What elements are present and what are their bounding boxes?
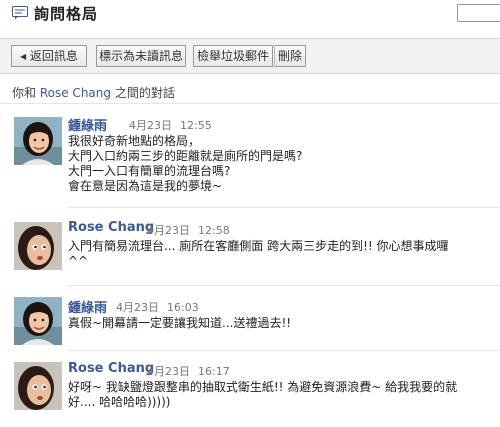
message-divider xyxy=(68,285,500,286)
message-body: 入門有簡易流理台... 廁所在客廳側面 跨大兩三步走的到!! 你心想事成囉 ^^ xyxy=(68,239,449,268)
message-item: 鍾綠雨 4月23日 16:03 真假~開幕請一定要讓我知道...送禮過去!! xyxy=(0,297,500,347)
message-divider xyxy=(68,207,500,208)
message-toolbar: ◂ 返回訊息 標示為未讀訊息 檢舉垃圾郵件 刪除 xyxy=(0,38,500,74)
timestamp: 4月23日 16:03 xyxy=(116,301,199,314)
search-input[interactable] xyxy=(457,4,500,22)
mark-unread-button[interactable]: 標示為未讀訊息 xyxy=(96,45,186,67)
divider xyxy=(0,103,500,104)
back-to-messages-button[interactable]: ◂ 返回訊息 xyxy=(11,45,87,67)
sender-name[interactable]: 鍾綠雨 xyxy=(68,115,107,134)
timestamp: 4月23日 12:58 xyxy=(147,224,230,237)
participant-link[interactable]: Rose Chang xyxy=(40,86,111,100)
message-body: 我很好奇新地點的格局， 大門入口約兩三步的距離就是廁所的門是嗎? 大門一入口有簡… xyxy=(68,134,303,193)
sender-name[interactable]: Rose Chang xyxy=(68,220,154,235)
page-header: 詢問格局 xyxy=(0,0,500,28)
delete-button[interactable]: 刪除 xyxy=(274,45,306,67)
conversation-suffix: 之間的對話 xyxy=(114,86,175,100)
message-divider xyxy=(68,350,500,351)
sender-name[interactable]: Rose Chang xyxy=(68,361,154,376)
message-item: 鍾綠雨 4月23日 12:55 我很好奇新地點的格局， 大門入口約兩三步的距離就是… xyxy=(0,115,500,195)
page-title: 詢問格局 xyxy=(34,5,99,23)
message-icon xyxy=(12,6,28,20)
avatar[interactable] xyxy=(14,362,62,410)
timestamp: 4月23日 16:17 xyxy=(147,365,230,378)
timestamp: 4月23日 12:55 xyxy=(129,119,212,132)
conversation-prefix: 你和 xyxy=(12,86,37,100)
avatar[interactable] xyxy=(14,117,62,165)
avatar[interactable] xyxy=(14,222,62,270)
message-item: Rose Chang 4月23日 12:58 入門有簡易流理台... 廁所在客廳側… xyxy=(0,220,500,280)
message-item: Rose Chang 4月23日 16:17 好呀~ 我缺鹽燈跟整串的抽取式衛生紙… xyxy=(0,361,500,421)
avatar[interactable] xyxy=(14,297,62,345)
sender-name[interactable]: 鍾綠雨 xyxy=(68,297,107,316)
conversation-label: 你和 Rose Chang 之間的對話 xyxy=(12,84,175,101)
message-body: 真假~開幕請一定要讓我知道...送禮過去!! xyxy=(68,316,292,330)
message-body: 好呀~ 我缺鹽燈跟整串的抽取式衛生紙!! 為避免資源浪費~ 給我我要的就 好..… xyxy=(68,380,458,409)
report-spam-button[interactable]: 檢舉垃圾郵件 xyxy=(193,45,273,67)
